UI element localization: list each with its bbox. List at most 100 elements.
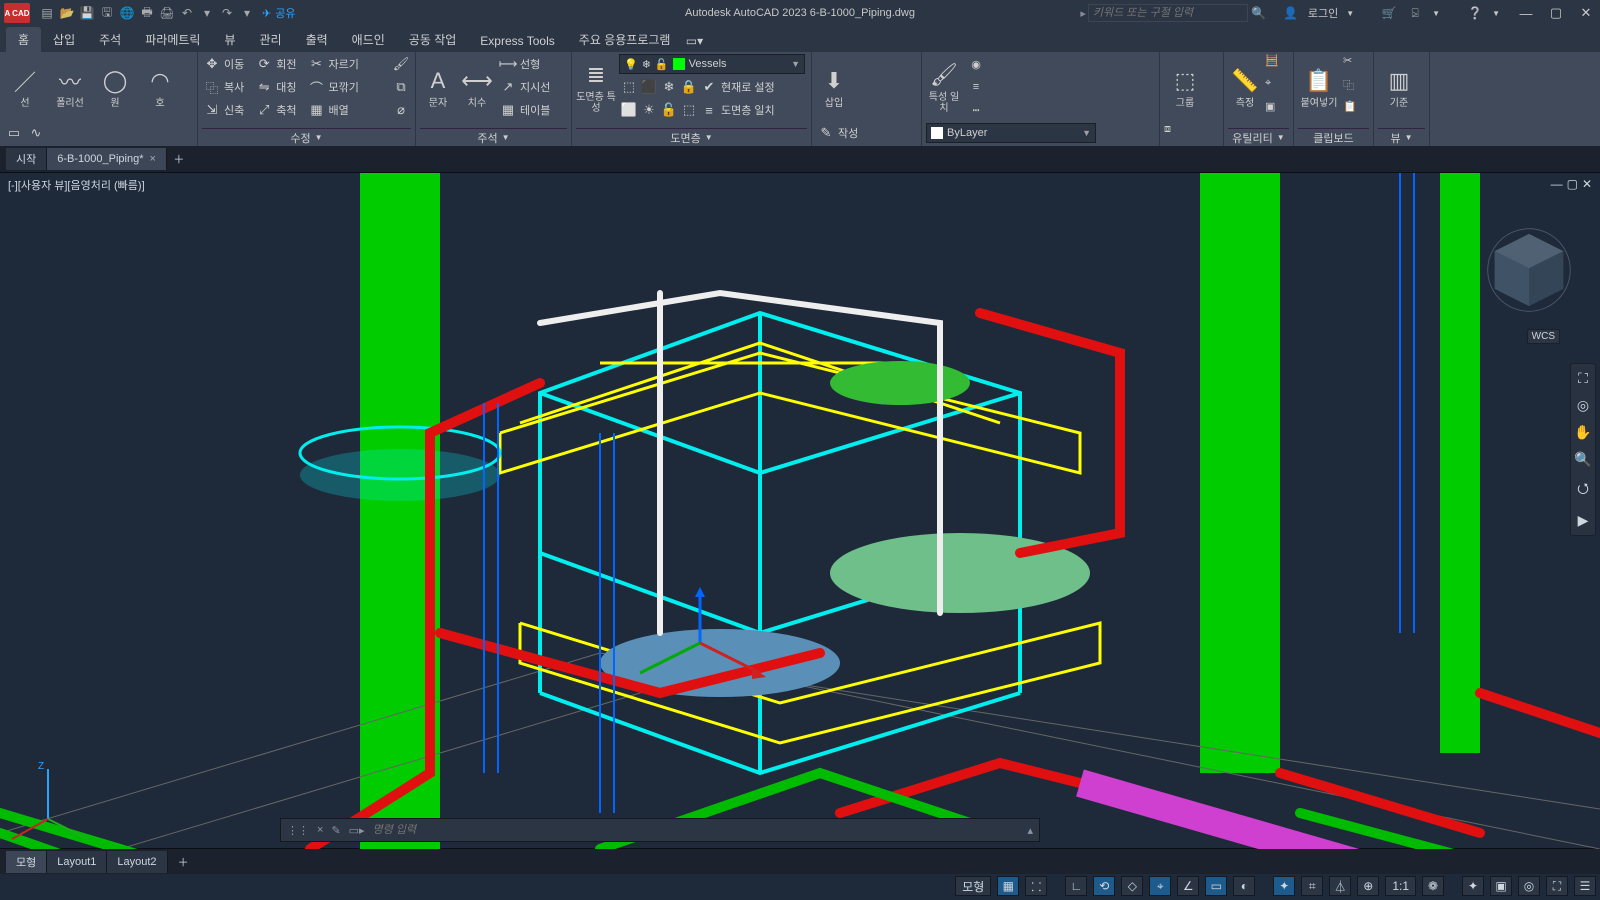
- dyn-ucs-toggle[interactable]: ⌗: [1301, 876, 1323, 896]
- quickselect-icon[interactable]: ⌖: [1265, 77, 1279, 97]
- line-button[interactable]: ／선: [4, 54, 46, 120]
- osnap-toggle[interactable]: ⌖: [1149, 876, 1171, 896]
- stretch-button[interactable]: ⇲신축⤢축척▦배열⌀: [202, 100, 411, 120]
- vp-max-icon[interactable]: ▢: [1567, 177, 1578, 191]
- isolate-toggle[interactable]: ◎: [1518, 876, 1540, 896]
- tab-layout1[interactable]: Layout1: [47, 851, 107, 873]
- layer-dropdown[interactable]: 💡 ❄ 🔓 Vessels ▼: [619, 54, 805, 74]
- chevron-down-icon[interactable]: ▼: [1492, 9, 1500, 18]
- layer-thaw-icon[interactable]: ☀: [641, 102, 657, 118]
- layer-match-icon[interactable]: ≡: [701, 102, 717, 118]
- layer-prop-button[interactable]: ≣도면층 특성: [576, 54, 616, 120]
- cmd-handle-icon[interactable]: ⋮⋮: [287, 824, 309, 837]
- search-input[interactable]: [1088, 4, 1248, 22]
- brush-icon[interactable]: 🖌: [393, 56, 409, 72]
- tab-apps-icon[interactable]: ▭▾: [682, 30, 706, 52]
- explode-icon[interactable]: ⌀: [393, 102, 409, 118]
- block-create-button[interactable]: ✎작성: [816, 123, 884, 143]
- wcs-label[interactable]: WCS: [1527, 329, 1560, 344]
- calc-icon[interactable]: 🧮: [1265, 54, 1279, 74]
- layer-iso-icon[interactable]: ⬚: [621, 79, 637, 95]
- chevron-down-icon[interactable]: ▾: [198, 4, 216, 22]
- tab-collab[interactable]: 공동 작업: [397, 27, 469, 52]
- vp-min-icon[interactable]: —: [1551, 177, 1563, 191]
- tab-model[interactable]: 모형: [6, 851, 47, 873]
- clean-screen-toggle[interactable]: ⛶: [1546, 876, 1568, 896]
- share-button[interactable]: ✈ 공유: [262, 5, 295, 21]
- make-current-button[interactable]: 현재로 설정: [721, 79, 775, 95]
- layer-freeze-icon[interactable]: ❄: [661, 79, 677, 95]
- panel-caption[interactable]: 유틸리티: [1232, 130, 1272, 146]
- layer-match-button[interactable]: 도면층 일치: [721, 102, 775, 118]
- leader-button[interactable]: ↗지시선: [498, 77, 552, 97]
- hatch-icon[interactable]: ▦: [26, 145, 46, 146]
- polyline-button[interactable]: 〰폴리선: [49, 54, 91, 120]
- login-label[interactable]: 로그인: [1308, 5, 1338, 21]
- table-button[interactable]: ▦테이블: [498, 100, 552, 120]
- copy-button[interactable]: ⿻복사⇋대칭⌒모깎기⧉: [202, 77, 411, 97]
- save-icon[interactable]: 💾: [78, 4, 96, 22]
- add-layout-button[interactable]: ＋: [168, 851, 199, 873]
- status-mode[interactable]: 모형: [955, 876, 991, 896]
- steering-wheel-icon[interactable]: ◎: [1571, 397, 1595, 414]
- measure-button[interactable]: 📏측정: [1228, 54, 1262, 120]
- tab-manage[interactable]: 관리: [247, 27, 293, 52]
- arc-button[interactable]: ◠호: [139, 54, 181, 120]
- chevron-down-icon[interactable]: ▼: [1432, 9, 1440, 18]
- saveas-icon[interactable]: 🖫: [98, 4, 116, 22]
- viewport-label[interactable]: [-][사용자 뷰][음영처리 (빠름)]: [8, 177, 145, 193]
- tab-addin[interactable]: 애드인: [340, 27, 397, 52]
- grid-toggle[interactable]: ▦: [997, 876, 1019, 896]
- matchprop-button[interactable]: 🖌특성 일치: [926, 54, 962, 120]
- layer-lock-icon[interactable]: 🔒: [681, 79, 697, 95]
- tab-output[interactable]: 출력: [294, 27, 340, 52]
- snap-toggle[interactable]: ⸬: [1025, 876, 1047, 896]
- copy-clip-icon[interactable]: ⿻: [1343, 77, 1357, 97]
- full-nav-icon[interactable]: ⛶: [1571, 370, 1595, 387]
- minimize-button[interactable]: —: [1512, 3, 1540, 23]
- orbit-icon[interactable]: ⭯: [1571, 478, 1595, 502]
- showmotion-icon[interactable]: ▶: [1571, 512, 1595, 529]
- drawing-canvas[interactable]: [-][사용자 뷰][음영처리 (빠름)] — ▢ ✕ WCS ⛶ ◎ ✋ 🔍 …: [0, 172, 1600, 848]
- cart-icon[interactable]: 🛒: [1380, 4, 1398, 22]
- dim-button[interactable]: ⟷치수: [459, 54, 495, 120]
- panel-caption[interactable]: 도면층: [670, 130, 700, 146]
- tab-start[interactable]: 시작: [6, 148, 47, 170]
- tab-drawing[interactable]: 6-B-1000_Piping*×: [47, 148, 167, 170]
- layer-on-icon[interactable]: ⬜: [621, 102, 637, 118]
- lwt-toggle[interactable]: ▭: [1205, 876, 1227, 896]
- pan-icon[interactable]: ✋: [1571, 424, 1595, 441]
- tab-home[interactable]: 홈: [6, 27, 41, 52]
- rect-icon[interactable]: ▭: [4, 123, 24, 143]
- plot-icon[interactable]: 🖶: [138, 4, 156, 22]
- tab-view[interactable]: 뷰: [212, 27, 247, 52]
- circle-button[interactable]: ◯원: [94, 54, 136, 120]
- tab-parametric[interactable]: 파라메트릭: [133, 27, 212, 52]
- anno-vis-toggle[interactable]: ❁: [1422, 876, 1444, 896]
- chevron-down-icon[interactable]: ▾: [238, 4, 256, 22]
- panel-caption[interactable]: 뷰: [1390, 130, 1400, 146]
- customize-status[interactable]: ☰: [1574, 876, 1596, 896]
- close-button[interactable]: ✕: [1572, 3, 1600, 23]
- layer-off-icon[interactable]: ⬛: [641, 79, 657, 95]
- layer-unlock-icon[interactable]: 🔓: [661, 102, 677, 118]
- otrack-toggle[interactable]: ∠: [1177, 876, 1199, 896]
- cmd-history-icon[interactable]: ▴: [1027, 824, 1033, 837]
- view-cube[interactable]: [1486, 227, 1572, 313]
- polar-toggle[interactable]: ⟲: [1093, 876, 1115, 896]
- text-button[interactable]: A문자: [420, 54, 456, 120]
- tab-express[interactable]: Express Tools: [468, 30, 566, 52]
- lineweight-icon[interactable]: ≡: [965, 77, 987, 97]
- color-wheel-icon[interactable]: ◉: [965, 54, 987, 74]
- paste-button[interactable]: 📋붙여넣기: [1298, 54, 1340, 120]
- web-open-icon[interactable]: 🌐: [118, 4, 136, 22]
- search-icon[interactable]: 🔍: [1250, 4, 1268, 22]
- workspace-switch[interactable]: ✦: [1462, 876, 1484, 896]
- layer-make-icon[interactable]: ✔: [701, 79, 717, 95]
- undo-icon[interactable]: ↶: [178, 4, 196, 22]
- move-button[interactable]: ✥이동⟳회전✂자르기🖌: [202, 54, 411, 74]
- panel-caption[interactable]: 주석: [477, 130, 497, 146]
- cmd-close-icon[interactable]: ×: [317, 824, 323, 836]
- hardware-accel-toggle[interactable]: ▣: [1490, 876, 1512, 896]
- tab-annotate[interactable]: 주석: [87, 27, 133, 52]
